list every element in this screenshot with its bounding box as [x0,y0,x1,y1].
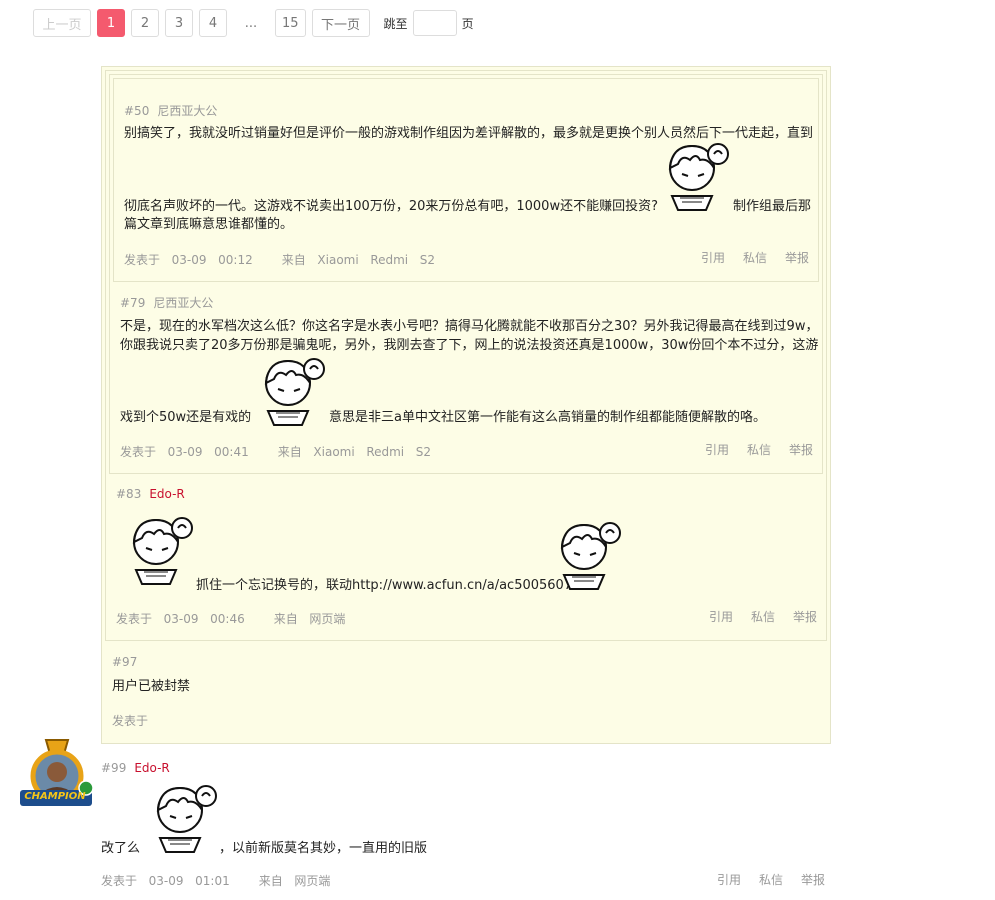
message-link[interactable]: 私信 [759,871,783,888]
message-link[interactable]: 私信 [751,608,775,625]
report-link[interactable]: 举报 [785,249,809,266]
jump-label: 跳至 [383,16,408,31]
jump-suffix: 页 [461,16,474,31]
floor-number: #99 [101,761,127,775]
comment-83-actions: 引用 私信 举报 [709,608,817,625]
comment-83-text: 抓住一个忘记换号的，联动http://www.acfun.cn/a/ac5005… [196,578,573,593]
comment-79-text-line3b: 意思是非三a单中文社区第一作能有这么高销量的制作组都能随便解散的咯。 [329,410,766,425]
sticker-emoji [157,785,217,853]
floor-number: #50 [124,104,150,118]
page-4-button[interactable]: 4 [199,9,227,37]
quote-link[interactable]: 引用 [701,249,725,266]
report-link[interactable]: 举报 [801,871,825,888]
jump-page-input[interactable] [412,10,457,36]
username-link[interactable]: Edo-R [149,487,184,501]
comment-79-actions: 引用 私信 举报 [705,441,813,458]
quote-link[interactable]: 引用 [705,441,729,458]
comment-79-text-line3a: 戏到个50w还是有戏的 [120,410,252,425]
comment-99-text-b: ，以前新版莫名其妙，一直用的旧版 [219,841,428,856]
username-link[interactable]: Edo-R [134,761,169,775]
message-link[interactable]: 私信 [747,441,771,458]
floor-number: #83 [116,487,142,501]
page-2-button[interactable]: 2 [131,9,159,37]
comment-99-actions: 引用 私信 举报 [717,871,825,888]
comment-83-footer: 发表于 03-09 00:46 来自 网页端 [116,612,346,626]
username-link[interactable]: 尼西亚大公 [153,296,213,310]
comment-99-footer: 发表于 03-09 01:01 来自 网页端 [101,874,331,888]
username-link[interactable]: 尼西亚大公 [157,104,217,118]
comment-99-header: #99 Edo-R [101,761,170,775]
avatar-badge-text: CHAMPION [24,791,86,802]
comment-50-actions: 引用 私信 举报 [701,249,809,266]
pagination-ellipsis: ... [233,9,269,37]
comment-79-header: #79 尼西亚大公 [120,294,213,311]
page-last-button[interactable]: 15 [275,9,306,37]
comment-50-footer: 发表于 03-09 00:12 来自 Xiaomi Redmi S2 [124,253,436,267]
floor-number: #97 [112,655,138,669]
page-3-button[interactable]: 3 [165,9,193,37]
next-page-button[interactable]: 下一页 [311,9,370,37]
comment-79-text-line2: 你跟我说只卖了20多万份那是骗鬼呢，另外，我刚去查了下，网上的说法投资还真是10… [120,338,819,353]
comment-50-text-line2b: 制作组最后那 [733,199,812,214]
avatar[interactable]: CHAMPION [18,738,96,810]
comment-99-text-a: 改了么 [101,841,141,856]
page-1-button[interactable]: 1 [97,9,125,37]
comment-83-header: #83 Edo-R [116,487,185,501]
comment-97-footer: 发表于 [112,714,149,728]
comment-79-footer: 发表于 03-09 00:41 来自 Xiaomi Redmi S2 [120,445,432,459]
message-link[interactable]: 私信 [743,249,767,266]
comment-97-text: 用户已被封禁 [112,679,191,694]
floor-number: #79 [120,296,146,310]
pagination: 上一页 1 2 3 4 ... 15 下一页 跳至 页 [33,9,474,37]
sticker-emoji [561,522,621,590]
prev-page-button[interactable]: 上一页 [33,9,91,37]
sticker-emoji [265,358,325,426]
comment-50-text-line3: 篇文章到底嘛意思谁都懂的。 [124,217,294,232]
sticker-emoji [133,517,193,585]
comment-97-header: #97 [112,655,137,669]
quote-link[interactable]: 引用 [717,871,741,888]
report-link[interactable]: 举报 [793,608,817,625]
report-link[interactable]: 举报 [789,441,813,458]
sticker-emoji [669,143,729,211]
comment-50-header: #50 尼西亚大公 [124,102,217,119]
quote-link[interactable]: 引用 [709,608,733,625]
